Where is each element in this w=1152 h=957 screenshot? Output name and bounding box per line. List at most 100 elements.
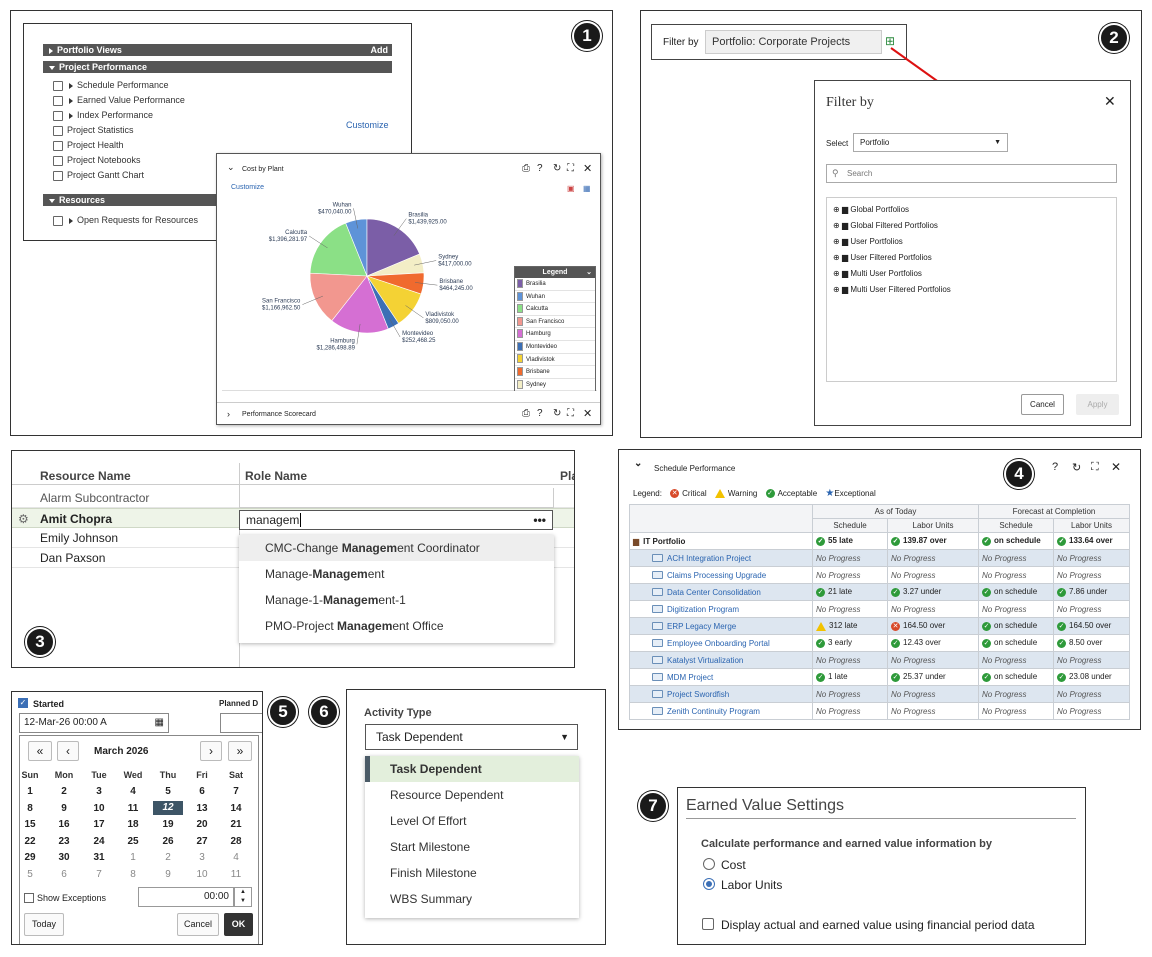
suggestion-item[interactable]: PMO-Project Management Office — [239, 613, 554, 639]
portfolio-views-header[interactable]: Portfolio Views Add — [43, 44, 392, 56]
planned-input[interactable] — [220, 713, 262, 733]
option-item-selected[interactable]: Task Dependent — [365, 756, 579, 782]
checkbox[interactable] — [53, 140, 63, 151]
calendar-day[interactable]: 5 — [151, 786, 185, 797]
table-row[interactable]: Claims Processing Upgrade No Progress No P… — [629, 566, 1131, 584]
calendar-day[interactable]: 1 — [13, 786, 47, 797]
table-row[interactable]: Project Swordfish No Progress No Progress N… — [629, 685, 1131, 703]
expand-icon[interactable]: ⊕ — [833, 285, 840, 294]
calendar-day[interactable]: 20 — [185, 819, 219, 830]
checkbox[interactable] — [53, 95, 63, 106]
add-link[interactable]: Add — [371, 44, 389, 56]
list-item[interactable]: Project Statistics — [53, 123, 383, 138]
legend-header[interactable]: Legend ⌄ — [515, 267, 595, 278]
calendar-day[interactable]: 21 — [219, 819, 253, 830]
time-input[interactable]: 00:00 — [138, 887, 234, 907]
tree-item[interactable]: ⊕ ▆ Multi User Portfolios — [833, 266, 1116, 282]
option-item[interactable]: WBS Summary — [365, 886, 579, 912]
calendar-day[interactable]: 15 — [13, 819, 47, 830]
refresh-icon[interactable]: ↻ — [1072, 461, 1081, 474]
calendar-day[interactable]: 29 — [13, 852, 47, 863]
table-row[interactable]: Digitization Program No Progress No Progre… — [629, 600, 1131, 618]
chevron-right-icon[interactable]: › — [227, 409, 230, 419]
expand-icon[interactable]: ⊕ — [833, 237, 840, 246]
export-icon[interactable]: ▣ — [567, 184, 575, 193]
expand-icon[interactable]: ⊕ — [833, 269, 840, 278]
calendar-day[interactable]: 7 — [82, 869, 116, 880]
maximize-icon[interactable]: ⛶ — [567, 163, 574, 174]
legend-item[interactable]: Wuhan — [515, 291, 595, 304]
tree-item[interactable]: ⊕ ▆ User Filtered Portfolios — [833, 250, 1116, 266]
calendar-day[interactable]: 19 — [151, 819, 185, 830]
calendar-day[interactable]: 11 — [219, 869, 253, 880]
list-item[interactable]: Project Health — [53, 138, 383, 153]
column-header-labor[interactable]: Labor Units — [887, 518, 979, 533]
calendar-day[interactable]: 6 — [185, 786, 219, 797]
calendar-icon[interactable]: ▦ — [155, 714, 164, 732]
calendar-day[interactable]: 25 — [116, 836, 150, 847]
checkbox[interactable] — [53, 170, 63, 181]
refresh-icon[interactable]: ↻ — [553, 163, 561, 174]
suggestion-item[interactable]: Manage-Management — [239, 561, 554, 587]
legend-item[interactable]: San Francisco — [515, 316, 595, 329]
legend-item[interactable]: Brisbane — [515, 366, 595, 379]
checkbox[interactable] — [53, 125, 63, 136]
option-item[interactable]: Finish Milestone — [365, 860, 579, 886]
customize-link[interactable]: Customize — [231, 184, 264, 191]
labor-units-radio[interactable] — [703, 878, 715, 890]
legend-item[interactable]: Calcutta — [515, 303, 595, 316]
calendar-day[interactable]: 18 — [116, 819, 150, 830]
calendar-day[interactable]: 5 — [13, 869, 47, 880]
checkbox[interactable] — [53, 215, 63, 226]
column-header-planned[interactable]: Pla — [560, 469, 574, 483]
calendar-day[interactable]: 8 — [116, 869, 150, 880]
calendar-day[interactable]: 13 — [185, 803, 219, 814]
table-row[interactable]: ERP Legacy Merge 312 late ✕ 164.50 over ✓ on … — [629, 617, 1131, 635]
checkbox[interactable] — [53, 155, 63, 166]
suggestion-item[interactable]: Manage-1-Management-1 — [239, 587, 554, 613]
empty-role-cell[interactable] — [239, 488, 554, 508]
checkbox[interactable] — [53, 110, 63, 121]
column-header-schedule[interactable]: Schedule — [978, 518, 1054, 533]
table-row[interactable]: ▆ IT Portfolio ✓ 55 late ✓ 139.87 over ✓ on sch… — [629, 532, 1131, 550]
column-header-schedule[interactable]: Schedule — [812, 518, 888, 533]
expand-icon[interactable]: ⊕ — [833, 205, 840, 214]
table-view-icon[interactable]: ▦ — [583, 184, 591, 193]
calendar-day[interactable]: 16 — [47, 819, 81, 830]
calendar-day[interactable]: 4 — [116, 786, 150, 797]
column-header-resource[interactable]: Resource Name — [40, 469, 131, 483]
calendar-day[interactable]: 24 — [82, 836, 116, 847]
table-row[interactable]: ACH Integration Project No Progress No Pro… — [629, 549, 1131, 567]
tree-item[interactable]: ⊕ ▆ User Portfolios — [833, 234, 1116, 250]
list-item[interactable]: Index Performance Customize — [53, 108, 389, 130]
tree-item[interactable]: ⊕ ▆ Multi User Filtered Portfolios — [833, 282, 1116, 298]
calendar-day[interactable]: 7 — [219, 786, 253, 797]
calendar-day[interactable]: 10 — [185, 869, 219, 880]
prev-year-button[interactable]: « — [28, 741, 52, 761]
table-row[interactable]: Katalyst Virtualization No Progress No Pro… — [629, 651, 1131, 669]
apply-button[interactable]: Apply — [1076, 394, 1119, 415]
legend-item[interactable]: Brasilia — [515, 278, 595, 291]
print-icon[interactable]: ⎙ — [522, 408, 530, 419]
cancel-button[interactable]: Cancel — [1021, 394, 1064, 415]
maximize-icon[interactable]: ⛶ — [567, 408, 574, 419]
today-button[interactable]: Today — [24, 913, 64, 936]
calendar-day[interactable]: 11 — [116, 803, 150, 814]
calendar-day[interactable]: 8 — [13, 803, 47, 814]
calendar-day[interactable]: 22 — [13, 836, 47, 847]
column-header-labor[interactable]: Labor Units — [1052, 518, 1131, 533]
calendar-day[interactable]: 2 — [47, 786, 81, 797]
close-icon[interactable]: ✕ — [1104, 93, 1116, 110]
table-row[interactable]: MDM Project ✓ 1 late ✓ 25.37 under ✓ on schedu… — [629, 668, 1131, 686]
calendar-day[interactable]: 6 — [47, 869, 81, 880]
activity-type-select[interactable]: Task Dependent ▼ — [365, 724, 578, 750]
calendar-day[interactable]: 9 — [151, 869, 185, 880]
close-icon[interactable]: ✕ — [583, 407, 592, 420]
refresh-icon[interactable]: ↻ — [553, 408, 561, 419]
customize-link[interactable]: Customize — [346, 118, 389, 133]
calendar-day[interactable]: 26 — [151, 836, 185, 847]
tree-item[interactable]: ⊕ ▆ Global Filtered Portfolios — [833, 218, 1116, 234]
calendar-day[interactable]: 23 — [47, 836, 81, 847]
list-item[interactable]: Open Requests for Resources — [53, 213, 198, 228]
table-row[interactable]: Zenith Continuity Program No Progress No P… — [629, 702, 1131, 720]
